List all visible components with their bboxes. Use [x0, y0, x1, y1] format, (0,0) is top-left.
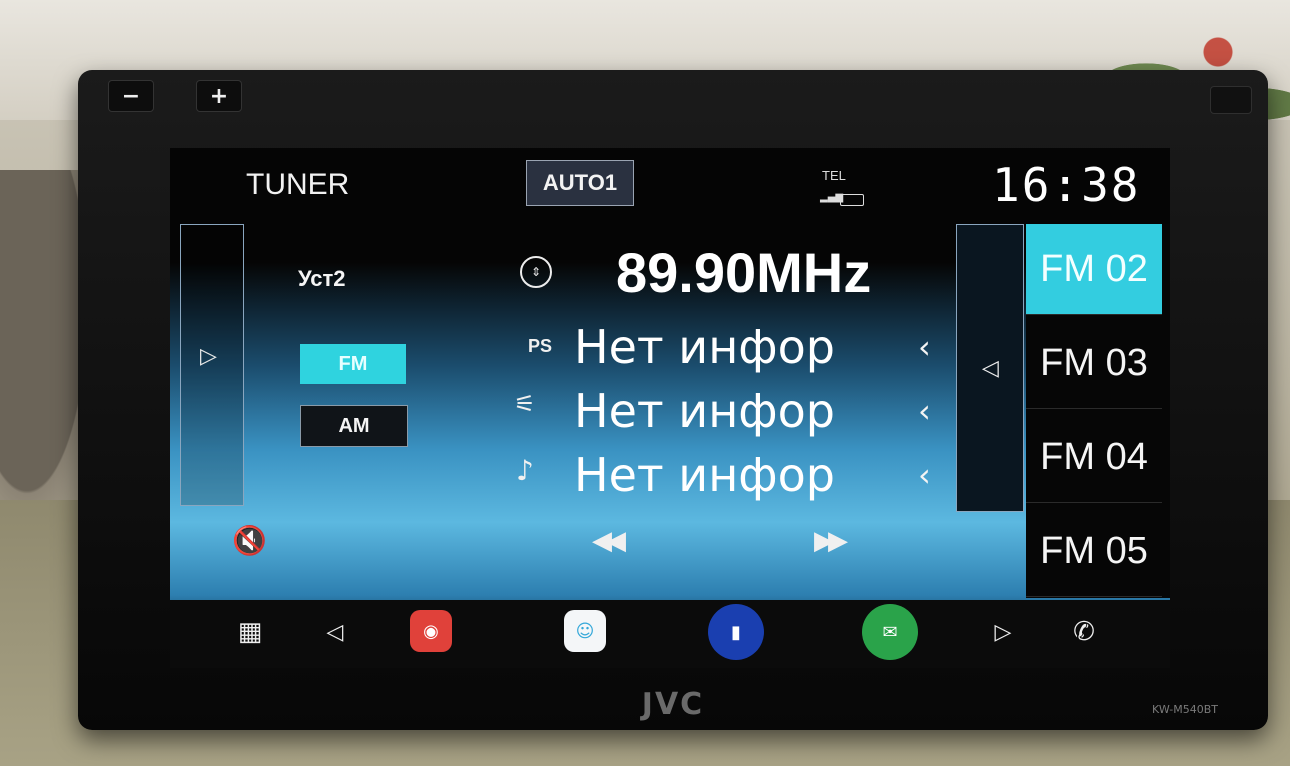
preset-fm04[interactable]: FM 04 — [1026, 412, 1162, 503]
ps-icon: PS — [528, 336, 553, 356]
volume-down-button[interactable]: − — [108, 80, 154, 112]
mute-icon[interactable]: 🔇 — [232, 524, 267, 557]
source-title: TUNER — [246, 168, 350, 201]
screen: TUNER AUTO1 TEL ▂▄▆ 16:38 ▷ Уст2 FM AM ⇕… — [170, 148, 1170, 668]
bottom-dock: ▦ ◁ ◉ ☺ ▮ ✉ ▷ ✆ — [170, 600, 1170, 668]
volume-up-button[interactable]: + — [196, 80, 242, 112]
phone-icon[interactable]: ✆ — [1066, 610, 1102, 654]
preset-list: FM 02 FM 03 FM 04 FM 05 — [1026, 224, 1170, 598]
background-rock — [0, 170, 90, 500]
preset-label: Уст2 — [298, 266, 346, 291]
info-row-artist: Нет инфор — [574, 448, 835, 502]
artist-icon: ♪ — [516, 454, 534, 487]
tel-label: TEL — [822, 168, 846, 183]
app-blue-icon[interactable]: ▮ — [708, 604, 764, 660]
app-waze-icon[interactable]: ☺ — [564, 610, 606, 652]
info-row-ps: Нет инфор — [574, 320, 835, 374]
chevron-left-icon[interactable]: ‹ — [918, 328, 931, 366]
chevron-left-icon[interactable]: ‹ — [918, 456, 931, 494]
previous-track-icon[interactable]: ◀◀ — [592, 526, 626, 556]
hardware-button-top-right[interactable] — [1210, 86, 1252, 114]
preset-fm02[interactable]: FM 02 — [1026, 224, 1162, 315]
next-track-icon[interactable]: ▶▶ — [814, 526, 848, 556]
chevron-left-icon[interactable]: ‹ — [918, 392, 931, 430]
battery-icon — [840, 194, 864, 206]
right-arrow-icon[interactable]: ▷ — [200, 344, 217, 369]
seek-mode-icon[interactable]: ⇕ — [520, 256, 552, 288]
app-red-icon[interactable]: ◉ — [410, 610, 452, 652]
frequency-display: 89.90MHz — [616, 241, 872, 304]
band-am-button[interactable]: AM — [300, 405, 408, 447]
brand-logo: JVC — [641, 687, 705, 722]
app-green-icon[interactable]: ✉ — [862, 604, 918, 660]
back-icon[interactable]: ◁ — [320, 610, 350, 654]
radio-text-icon: ⚟ — [514, 390, 536, 418]
auto-button[interactable]: AUTO1 — [526, 160, 634, 206]
band-fm-button[interactable]: FM — [300, 344, 406, 384]
left-arrow-icon[interactable]: ◁ — [982, 356, 999, 381]
info-row-radiotext: Нет инфор — [574, 384, 835, 438]
apps-grid-icon[interactable]: ▦ — [230, 610, 270, 654]
forward-icon[interactable]: ▷ — [988, 610, 1018, 654]
model-label: KW-M540BT — [1152, 703, 1218, 716]
preset-fm03[interactable]: FM 03 — [1026, 318, 1162, 409]
clock: 16:38 — [992, 158, 1141, 212]
preset-fm05[interactable]: FM 05 — [1026, 506, 1162, 597]
